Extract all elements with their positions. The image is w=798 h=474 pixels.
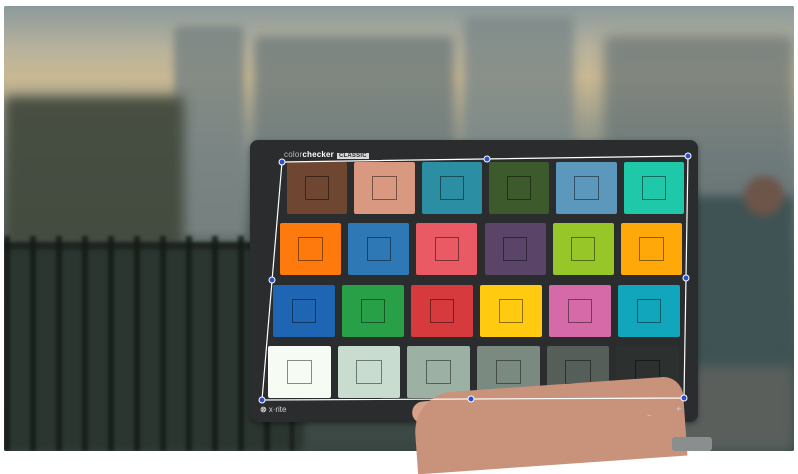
handle-bottom[interactable] [467,395,475,403]
minus-mark-icon: − [647,411,652,420]
plus-mark-icon: + [676,404,681,414]
handle-top-right[interactable] [684,152,692,160]
overlay-lines [261,155,689,401]
handle-top-left[interactable] [278,158,286,166]
handle-top[interactable] [483,155,491,163]
chart-alignment-overlay[interactable]: + − [0,0,798,455]
handle-right[interactable] [682,274,690,282]
handle-bottom-left[interactable] [258,396,266,404]
handle-bottom-right[interactable] [680,394,688,402]
handle-left[interactable] [268,276,276,284]
